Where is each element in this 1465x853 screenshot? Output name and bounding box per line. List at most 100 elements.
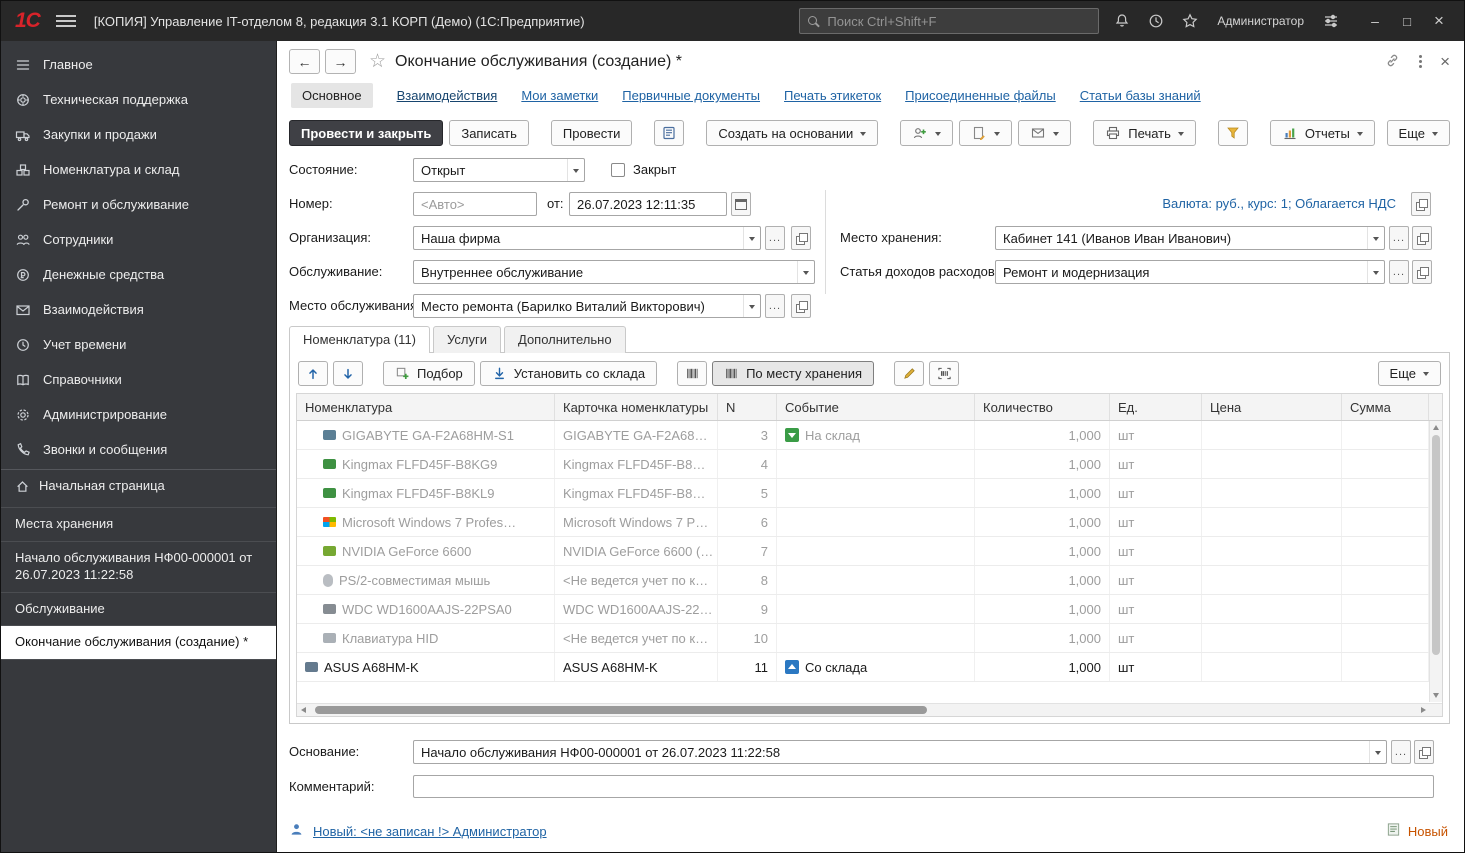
table-row[interactable]: Kingmax FLFD45F-B8KG9 Kingmax FLFD45F-B8… <box>297 450 1442 479</box>
sidebar-item-money[interactable]: Денежные средства <box>1 257 276 292</box>
organization-field[interactable]: Наша фирма <box>413 226 761 250</box>
tab-my-notes[interactable]: Мои заметки <box>521 88 598 103</box>
vertical-scrollbar[interactable] <box>1429 421 1442 702</box>
tab-services[interactable]: Услуги <box>433 326 501 353</box>
dropdown-arrow-icon[interactable] <box>1369 741 1386 763</box>
service-place-open-button[interactable] <box>791 294 811 318</box>
service-place-choose-button[interactable] <box>765 294 785 318</box>
tab-additional[interactable]: Дополнительно <box>504 326 626 353</box>
column-header[interactable]: Количество <box>975 394 1110 420</box>
calendar-button[interactable] <box>731 192 751 216</box>
tab-primary-documents[interactable]: Первичные документы <box>622 88 760 103</box>
income-item-field[interactable]: Ремонт и модернизация <box>995 260 1385 284</box>
table-row[interactable]: GIGABYTE GA-F2A68HM-S1 GIGABYTE GA-F2A68… <box>297 421 1442 450</box>
vertical-scroll-thumb[interactable] <box>1432 435 1440 655</box>
number-field[interactable]: <Авто> <box>413 192 537 216</box>
table-row[interactable]: ASUS A68HM-K ASUS A68HM-K 11 Со склада 1… <box>297 653 1442 682</box>
column-header[interactable]: Ед. <box>1110 394 1202 420</box>
table-row[interactable]: Kingmax FLFD45F-B8KL9 Kingmax FLFD45F-B8… <box>297 479 1442 508</box>
column-header[interactable]: N <box>718 394 777 420</box>
comment-input[interactable] <box>413 775 1434 798</box>
set-from-stock-button[interactable]: Установить со склада <box>480 361 657 386</box>
current-user[interactable]: Администратор <box>1217 14 1304 28</box>
move-down-button[interactable] <box>333 361 363 386</box>
scroll-up-icon[interactable] <box>1433 425 1439 430</box>
save-button[interactable]: Записать <box>449 120 529 146</box>
dropdown-arrow-icon[interactable] <box>567 159 584 181</box>
dropdown-arrow-icon[interactable] <box>1367 261 1384 283</box>
dropdown-arrow-icon[interactable] <box>743 227 760 249</box>
notifications-bell-icon[interactable] <box>1111 10 1133 32</box>
column-header[interactable]: Цена <box>1202 394 1342 420</box>
get-link-icon[interactable] <box>1384 52 1401 72</box>
edit-pencil-button[interactable] <box>894 361 924 386</box>
reports-button[interactable]: Отчеты <box>1270 120 1375 146</box>
by-storage-place-toggle[interactable]: По месту хранения <box>712 361 874 386</box>
scroll-left-icon[interactable] <box>301 707 306 713</box>
maximize-button[interactable] <box>1392 8 1422 34</box>
horizontal-scrollbar[interactable] <box>297 703 1442 716</box>
sidebar-item-timesheet[interactable]: Учет времени <box>1 327 276 362</box>
filter-wand-button[interactable] <box>1218 120 1248 146</box>
organization-open-button[interactable] <box>791 226 811 250</box>
sidebar-item-warehouse[interactable]: Номенклатура и склад <box>1 152 276 187</box>
storage-open-button[interactable] <box>1412 226 1432 250</box>
column-header[interactable]: Сумма <box>1342 394 1429 420</box>
scroll-down-icon[interactable] <box>1433 693 1439 698</box>
print-button[interactable]: Печать <box>1093 120 1196 146</box>
back-button[interactable] <box>289 49 320 74</box>
dropdown-arrow-icon[interactable] <box>743 295 760 317</box>
column-header[interactable]: Номенклатура <box>297 394 555 420</box>
open-window-storage-places[interactable]: Места хранения <box>1 508 276 542</box>
storage-place-field[interactable]: Кабинет 141 (Иванов Иван Иванович) <box>995 226 1385 250</box>
minimize-button[interactable] <box>1360 8 1390 34</box>
favorite-star-icon[interactable] <box>369 50 386 73</box>
sidebar-item-main[interactable]: Главное <box>1 47 276 82</box>
sidebar-item-calls[interactable]: Звонки и сообщения <box>1 432 276 467</box>
sidebar-item-purchases[interactable]: Закупки и продажи <box>1 117 276 152</box>
dropdown-arrow-icon[interactable] <box>1367 227 1384 249</box>
move-up-button[interactable] <box>298 361 328 386</box>
sidebar-item-repair[interactable]: Ремонт и обслуживание <box>1 187 276 222</box>
main-menu-icon[interactable] <box>56 15 76 27</box>
sidebar-item-support[interactable]: Техническая поддержка <box>1 82 276 117</box>
search-input[interactable] <box>827 14 1091 29</box>
scanner-button[interactable] <box>929 361 959 386</box>
sidebar-item-catalogs[interactable]: Справочники <box>1 362 276 397</box>
forward-button[interactable] <box>325 49 356 74</box>
document-state-link[interactable]: Новый: <не записан !> Администратор <box>313 824 547 839</box>
storage-choose-button[interactable] <box>1389 226 1409 250</box>
more-menu-icon[interactable] <box>1419 55 1422 68</box>
date-field[interactable]: 26.07.2023 12:11:35 <box>569 192 727 216</box>
column-header[interactable]: Карточка номенклатуры <box>555 394 718 420</box>
income-open-button[interactable] <box>1412 260 1432 284</box>
service-menu-icon[interactable] <box>1320 10 1342 32</box>
dropdown-arrow-icon[interactable] <box>797 261 814 283</box>
sidebar-item-employees[interactable]: Сотрудники <box>1 222 276 257</box>
tab-interactions[interactable]: Взаимодействия <box>397 88 498 103</box>
closed-checkbox-label[interactable]: Закрыт <box>633 158 676 182</box>
journal-button[interactable] <box>654 120 684 146</box>
tab-main[interactable]: Основное <box>291 83 373 108</box>
tab-knowledge-base[interactable]: Статьи базы знаний <box>1080 88 1201 103</box>
history-icon[interactable] <box>1145 10 1167 32</box>
more-button[interactable]: Еще <box>1387 120 1450 146</box>
table-row[interactable]: Клавиатура HID <Не ведется учет по к… 10… <box>297 624 1442 653</box>
close-form-icon[interactable]: × <box>1440 52 1450 72</box>
service-place-field[interactable]: Место ремонта (Барилко Виталий Викторови… <box>413 294 761 318</box>
favorites-star-icon[interactable] <box>1179 10 1201 32</box>
discussions-dropdown-button[interactable] <box>900 120 953 146</box>
open-window-service[interactable]: Обслуживание <box>1 593 276 627</box>
organization-choose-button[interactable] <box>765 226 785 250</box>
close-window-button[interactable] <box>1424 8 1454 34</box>
grid-more-button[interactable]: Еще <box>1378 361 1441 386</box>
basis-choose-button[interactable] <box>1391 740 1411 764</box>
table-row[interactable]: WDC WD1600AAJS-22PSA0 WDC WD1600AAJS-22…… <box>297 595 1442 624</box>
post-and-close-button[interactable]: Провести и закрыть <box>289 120 443 146</box>
files-dropdown-button[interactable] <box>959 120 1012 146</box>
column-header[interactable]: Событие <box>777 394 975 420</box>
basis-open-button[interactable] <box>1414 740 1434 764</box>
basis-field[interactable]: Начало обслуживания НФ00-000001 от 26.07… <box>413 740 1387 764</box>
tab-attached-files[interactable]: Присоединенные файлы <box>905 88 1056 103</box>
global-search[interactable] <box>799 8 1099 34</box>
